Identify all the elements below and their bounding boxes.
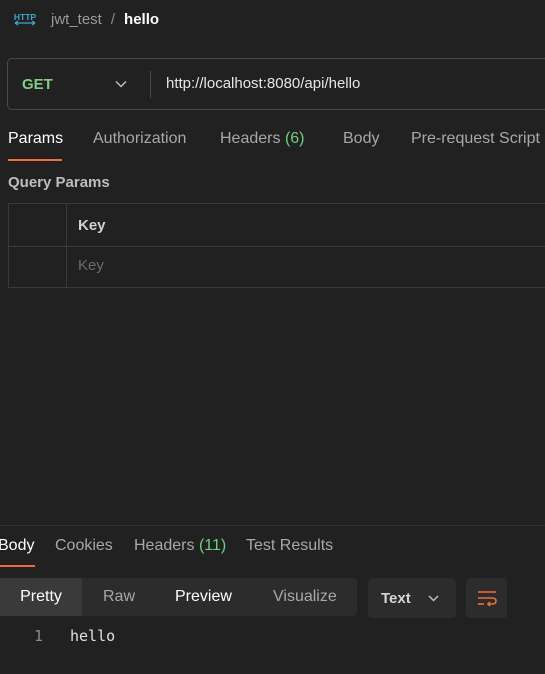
request-tabs: Params Authorization Headers (6) Body Pr… <box>8 130 545 162</box>
visualize-button[interactable]: Visualize <box>273 578 337 616</box>
response-tab-test-results[interactable]: Test Results <box>246 537 333 555</box>
breadcrumb: HTTP jwt_test / hello <box>14 8 159 30</box>
response-tab-headers-label: Headers <box>134 537 195 554</box>
tab-headers-label: Headers <box>220 130 281 147</box>
method-select[interactable]: GET <box>8 59 150 109</box>
tab-authorization[interactable]: Authorization <box>93 130 186 148</box>
response-tab-headers[interactable]: Headers (11) <box>134 537 226 555</box>
http-icon: HTTP <box>14 9 36 29</box>
preview-button[interactable]: Preview <box>175 578 232 616</box>
table-column-divider <box>66 204 67 287</box>
request-name[interactable]: hello <box>124 11 159 28</box>
response-active-tab-indicator <box>0 565 35 567</box>
wrap-lines-button[interactable] <box>466 578 507 618</box>
active-tab-indicator <box>8 159 62 161</box>
response-view-modes: Pretty Raw Preview Visualize <box>0 578 357 616</box>
tab-headers[interactable]: Headers (6) <box>220 130 305 148</box>
svg-text:HTTP: HTTP <box>14 12 36 22</box>
headers-count-badge: (6) <box>284 130 305 147</box>
response-tab-cookies[interactable]: Cookies <box>55 537 113 555</box>
key-input[interactable]: Key <box>78 257 104 274</box>
raw-button[interactable]: Raw <box>103 578 135 616</box>
response-tabs: Body Cookies Headers (11) Test Results <box>0 537 545 569</box>
response-body-text[interactable]: hello <box>70 627 115 645</box>
response-format-select[interactable]: Text <box>368 578 456 618</box>
breadcrumb-separator: / <box>110 10 116 28</box>
breadcrumb-collection[interactable]: jwt_test <box>51 11 102 28</box>
table-row-divider <box>9 246 545 247</box>
url-divider <box>150 71 151 98</box>
query-params-table: Key Key <box>8 203 545 288</box>
response-headers-count-badge: (11) <box>198 537 227 554</box>
response-body-line: 1 hello <box>0 625 545 647</box>
url-input[interactable]: http://localhost:8080/api/hello <box>166 75 360 92</box>
response-tab-body[interactable]: Body <box>0 537 34 555</box>
query-params-title: Query Params <box>8 174 110 191</box>
response-divider[interactable] <box>0 525 545 526</box>
tab-params[interactable]: Params <box>8 130 63 148</box>
chevron-down-icon <box>115 80 127 88</box>
chevron-down-icon <box>428 595 439 602</box>
request-url-bar: GET http://localhost:8080/api/hello <box>7 58 545 110</box>
tab-body[interactable]: Body <box>343 130 379 148</box>
key-column-header: Key <box>78 217 106 234</box>
pretty-button[interactable]: Pretty <box>0 578 82 616</box>
method-label: GET <box>22 75 53 93</box>
format-label: Text <box>381 589 411 607</box>
wrap-lines-icon <box>477 591 497 607</box>
tab-pre-request-script[interactable]: Pre-request Script <box>411 130 540 148</box>
line-number: 1 <box>34 627 44 645</box>
